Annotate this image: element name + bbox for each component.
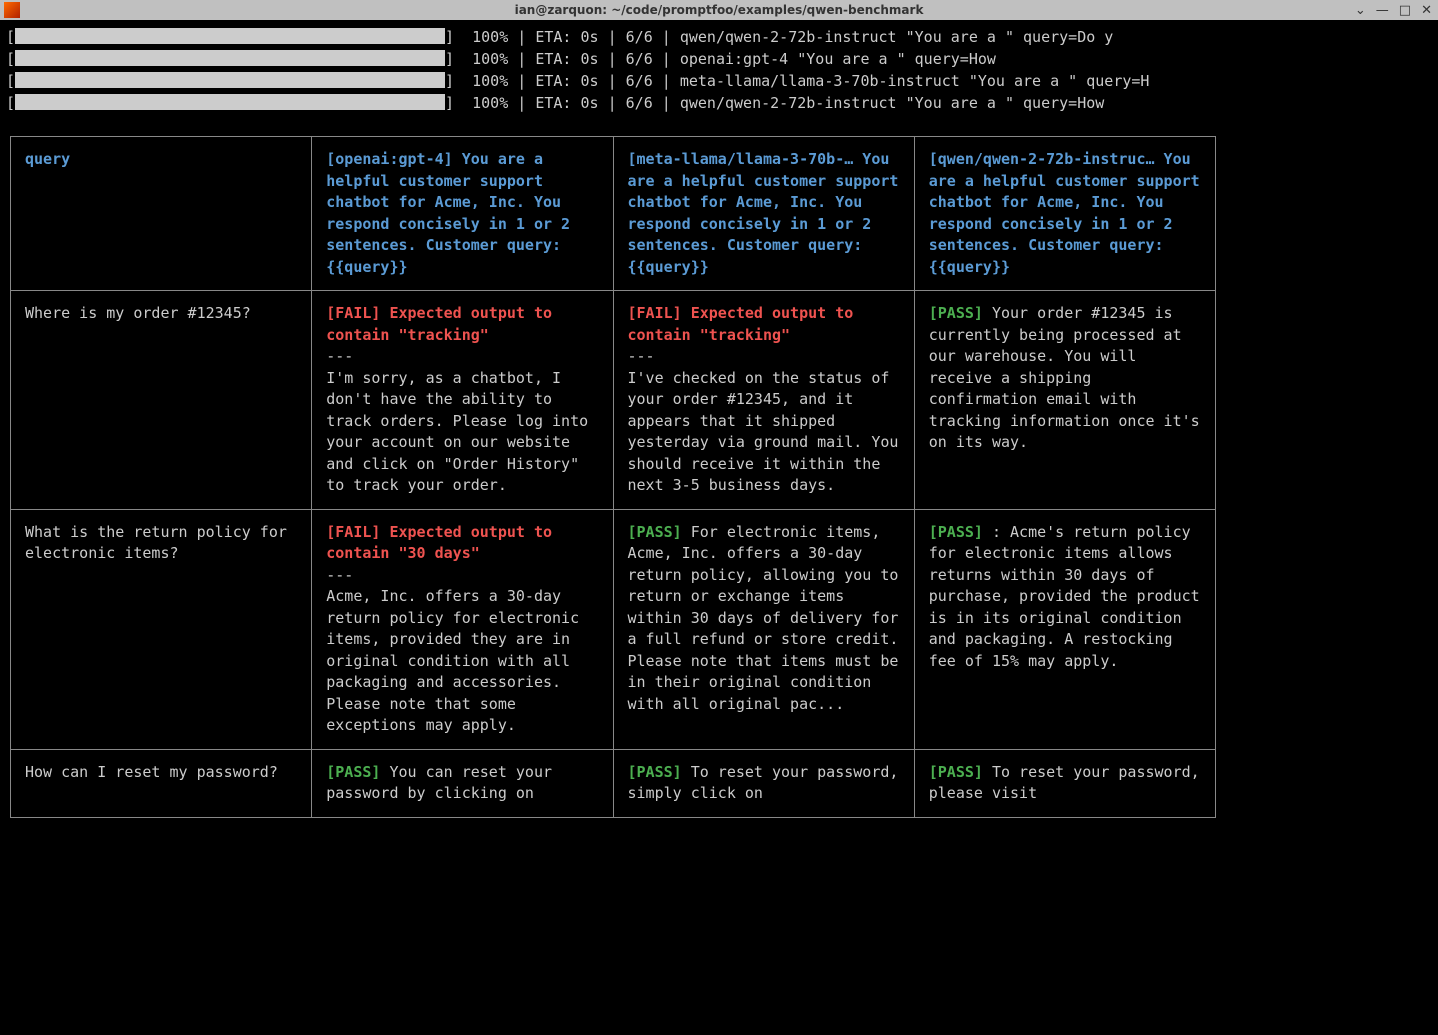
progress-eta: ETA: 0s bbox=[535, 72, 598, 90]
result-body: : Acme's return policy for electronic it… bbox=[929, 523, 1200, 670]
result-cell: [PASS] For electronic items, Acme, Inc. … bbox=[613, 509, 914, 749]
status-badge-pass: [PASS] bbox=[929, 523, 983, 541]
result-body: I'm sorry, as a chatbot, I don't have th… bbox=[326, 369, 588, 495]
progress-eta: ETA: 0s bbox=[535, 50, 598, 68]
window-titlebar: ian@zarquon: ~/code/promptfoo/examples/q… bbox=[0, 0, 1438, 20]
result-cell: [PASS] Your order #12345 is currently be… bbox=[914, 291, 1215, 510]
progress-bar bbox=[15, 28, 445, 44]
separator: --- bbox=[326, 347, 353, 365]
query-cell: What is the return policy for electronic… bbox=[11, 509, 312, 749]
result-body: Acme, Inc. offers a 30-day return policy… bbox=[326, 587, 579, 734]
table-header-row: query [openai:gpt-4] You are a helpful c… bbox=[11, 137, 1216, 291]
progress-count: 6/6 bbox=[626, 72, 653, 90]
app-icon bbox=[4, 2, 20, 18]
table-row: Where is my order #12345?[FAIL] Expected… bbox=[11, 291, 1216, 510]
progress-eta: ETA: 0s bbox=[535, 28, 598, 46]
progress-percent: 100% bbox=[472, 28, 508, 46]
progress-desc: openai:gpt-4 "You are a " query=How bbox=[680, 50, 996, 68]
query-cell: Where is my order #12345? bbox=[11, 291, 312, 510]
result-body: I've checked on the status of your order… bbox=[628, 369, 899, 495]
progress-desc: qwen/qwen-2-72b-instruct "You are a " qu… bbox=[680, 28, 1113, 46]
status-badge-pass: [PASS] bbox=[929, 304, 983, 322]
separator: --- bbox=[326, 566, 353, 584]
progress-percent: 100% bbox=[472, 72, 508, 90]
table-row: What is the return policy for electronic… bbox=[11, 509, 1216, 749]
result-cell: [PASS] : Acme's return policy for electr… bbox=[914, 509, 1215, 749]
progress-count: 6/6 bbox=[626, 94, 653, 112]
progress-line: [] 100% | ETA: 0s | 6/6 | qwen/qwen-2-72… bbox=[6, 92, 1432, 114]
results-table: query [openai:gpt-4] You are a helpful c… bbox=[10, 136, 1216, 818]
progress-line: [] 100% | ETA: 0s | 6/6 | qwen/qwen-2-72… bbox=[6, 26, 1432, 48]
table-row: How can I reset my password?[PASS] You c… bbox=[11, 749, 1216, 817]
query-cell: How can I reset my password? bbox=[11, 749, 312, 817]
progress-bar bbox=[15, 72, 445, 88]
status-badge-pass: [PASS] bbox=[326, 763, 380, 781]
result-cell: [FAIL] Expected output to contain "30 da… bbox=[312, 509, 613, 749]
progress-line: [] 100% | ETA: 0s | 6/6 | meta-llama/lla… bbox=[6, 70, 1432, 92]
progress-eta: ETA: 0s bbox=[535, 94, 598, 112]
header-provider-2: [meta-llama/llama-3-70b-… You are a help… bbox=[613, 137, 914, 291]
result-cell: [FAIL] Expected output to contain "track… bbox=[613, 291, 914, 510]
window-close-icon[interactable]: ✕ bbox=[1421, 3, 1432, 18]
result-cell: [PASS] You can reset your password by cl… bbox=[312, 749, 613, 817]
window-controls: ⌄ — □ ✕ bbox=[1355, 3, 1432, 18]
progress-count: 6/6 bbox=[626, 50, 653, 68]
header-provider-1: [openai:gpt-4] You are a helpful custome… bbox=[312, 137, 613, 291]
progress-desc: meta-llama/llama-3-70b-instruct "You are… bbox=[680, 72, 1150, 90]
result-cell: [PASS] To reset your password, please vi… bbox=[914, 749, 1215, 817]
result-body: Your order #12345 is currently being pro… bbox=[929, 304, 1200, 451]
status-badge-pass: [PASS] bbox=[628, 763, 682, 781]
header-query: query bbox=[11, 137, 312, 291]
result-cell: [PASS] To reset your password, simply cl… bbox=[613, 749, 914, 817]
window-maximize-icon[interactable]: □ bbox=[1399, 3, 1411, 18]
separator: --- bbox=[628, 347, 655, 365]
progress-bar bbox=[15, 50, 445, 66]
progress-count: 6/6 bbox=[626, 28, 653, 46]
status-badge-fail: [FAIL] bbox=[326, 523, 380, 541]
status-badge-fail: [FAIL] bbox=[326, 304, 380, 322]
terminal-output: [] 100% | ETA: 0s | 6/6 | qwen/qwen-2-72… bbox=[0, 20, 1438, 818]
header-provider-3: [qwen/qwen-2-72b-instruc… You are a help… bbox=[914, 137, 1215, 291]
status-badge-pass: [PASS] bbox=[628, 523, 682, 541]
window-minimize-icon[interactable]: — bbox=[1376, 3, 1389, 18]
progress-bar bbox=[15, 94, 445, 110]
window-title: ian@zarquon: ~/code/promptfoo/examples/q… bbox=[515, 3, 924, 17]
progress-percent: 100% bbox=[472, 50, 508, 68]
progress-desc: qwen/qwen-2-72b-instruct "You are a " qu… bbox=[680, 94, 1104, 112]
window-arrow-icon[interactable]: ⌄ bbox=[1355, 3, 1366, 18]
result-cell: [FAIL] Expected output to contain "track… bbox=[312, 291, 613, 510]
status-badge-pass: [PASS] bbox=[929, 763, 983, 781]
result-body: For electronic items, Acme, Inc. offers … bbox=[628, 523, 899, 713]
progress-line: [] 100% | ETA: 0s | 6/6 | openai:gpt-4 "… bbox=[6, 48, 1432, 70]
status-badge-fail: [FAIL] bbox=[628, 304, 682, 322]
progress-percent: 100% bbox=[472, 94, 508, 112]
